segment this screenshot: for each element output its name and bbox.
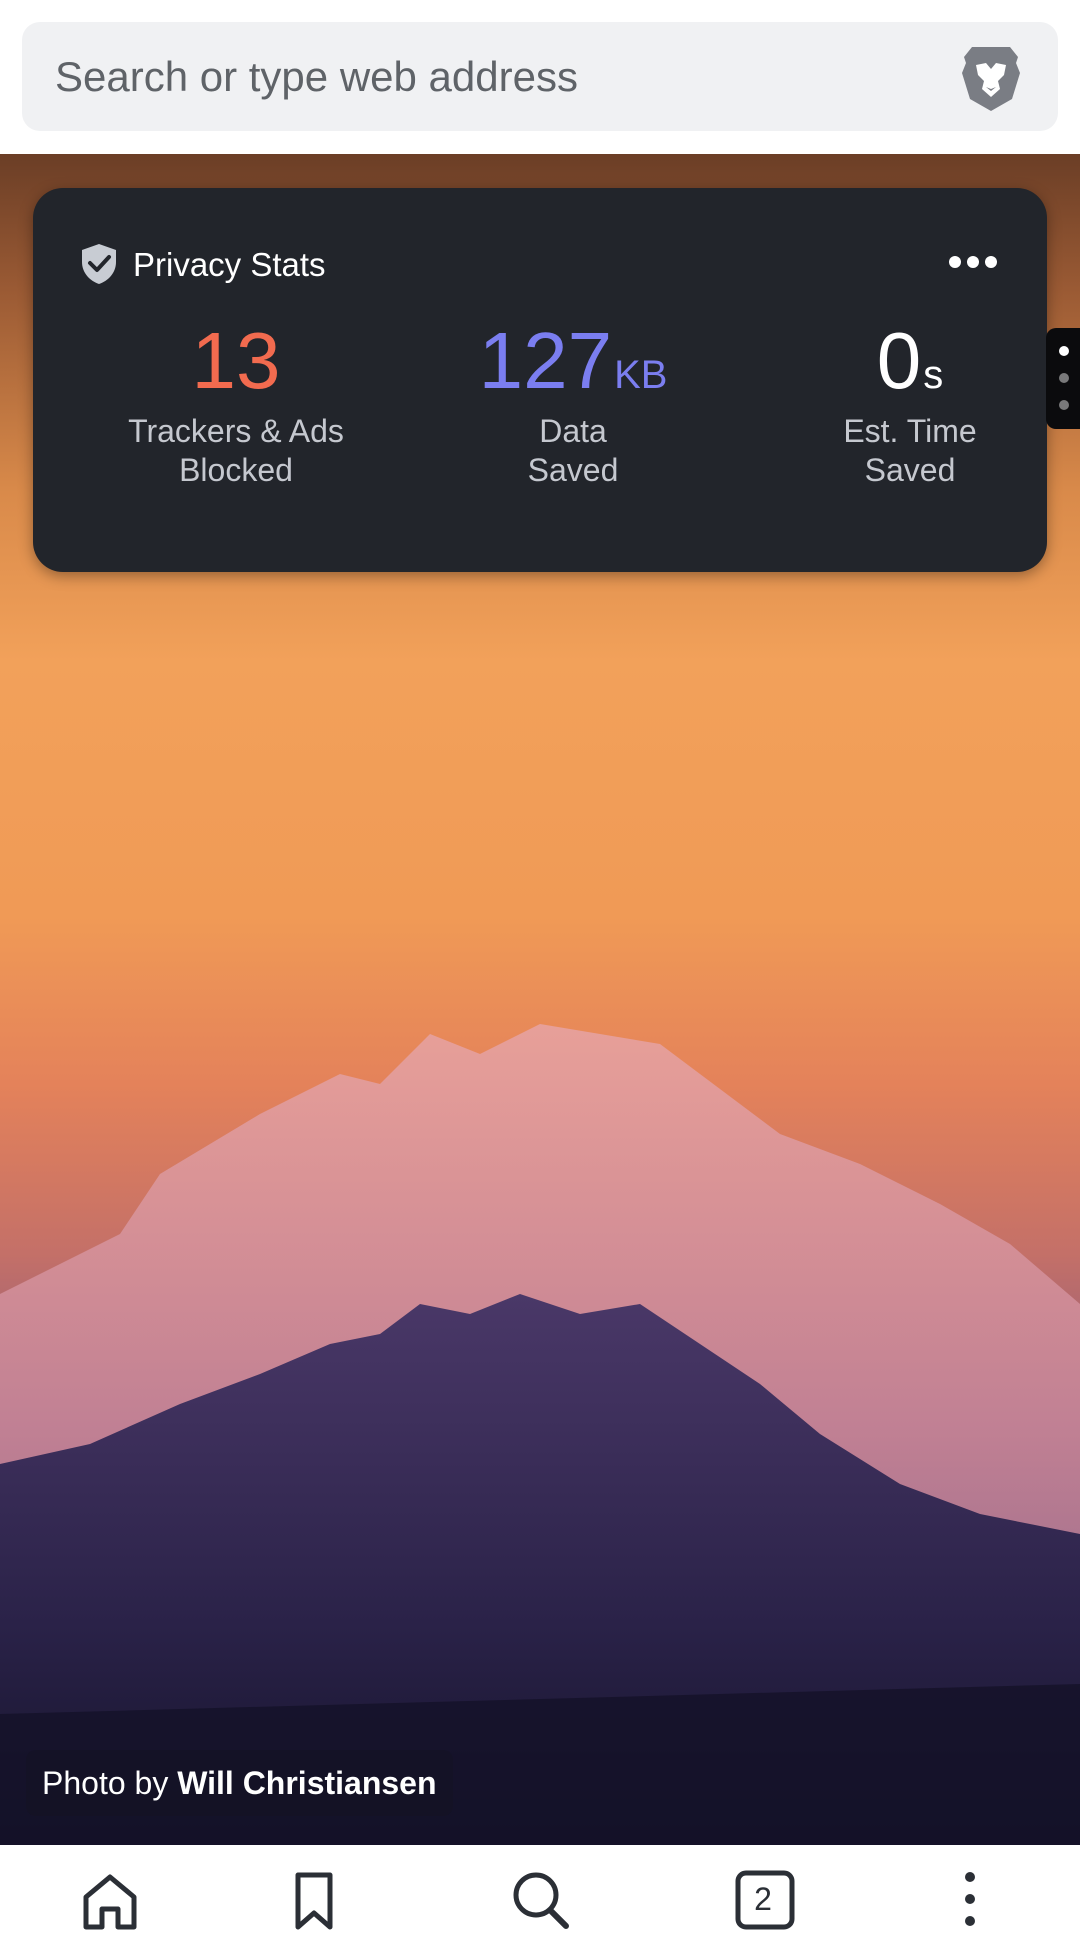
address-bar[interactable]: Search or type web address [22,22,1058,131]
photo-credit[interactable]: Photo by Will Christiansen [26,1750,453,1816]
bookmarks-button[interactable] [276,1863,352,1939]
privacy-stats-title: Privacy Stats [133,246,326,283]
time-saved-value: 0s [876,316,944,405]
time-saved-label: Est. Time Saved [843,413,977,488]
photo-credit-prefix: Photo by [42,1765,169,1801]
menu-button[interactable] [932,1863,1008,1939]
more-horizontal-icon[interactable] [949,254,997,270]
page-dot [1059,400,1069,410]
search-button[interactable] [502,1863,578,1939]
bookmark-icon [295,1872,333,1930]
privacy-stats-widget[interactable]: Privacy Stats 13 Trackers & Ads Blocked … [33,188,1047,572]
photo-credit-author: Will Christiansen [177,1765,437,1801]
tabs-count: 2 [754,1881,772,1917]
more-vertical-icon [965,1872,975,1926]
data-saved-stat: 127KB Data Saved [423,318,723,490]
home-button[interactable] [72,1863,148,1939]
data-saved-label: Data Saved [527,413,619,488]
page-dot-active [1059,346,1069,356]
time-saved-stat: 0s Est. Time Saved [760,318,1060,490]
page-dot [1059,373,1069,383]
trackers-blocked-label: Trackers & Ads Blocked [128,413,344,488]
shield-check-icon [82,244,116,284]
search-icon [513,1872,569,1929]
url-toolbar: Search or type web address [0,0,1080,154]
tabs-button[interactable]: 2 [728,1863,804,1939]
widget-page-indicator[interactable] [1046,328,1080,429]
time-saved-unit: s [923,353,944,397]
data-saved-value: 127KB [478,316,668,405]
trackers-blocked-value: 13 [191,316,281,405]
address-placeholder: Search or type web address [55,53,578,100]
bottom-toolbar: 2 [0,1845,1080,1941]
data-saved-unit: KB [614,353,668,397]
home-icon [83,1874,137,1930]
trackers-blocked-stat: 13 Trackers & Ads Blocked [86,318,386,490]
brave-lion-icon[interactable] [958,43,1024,113]
